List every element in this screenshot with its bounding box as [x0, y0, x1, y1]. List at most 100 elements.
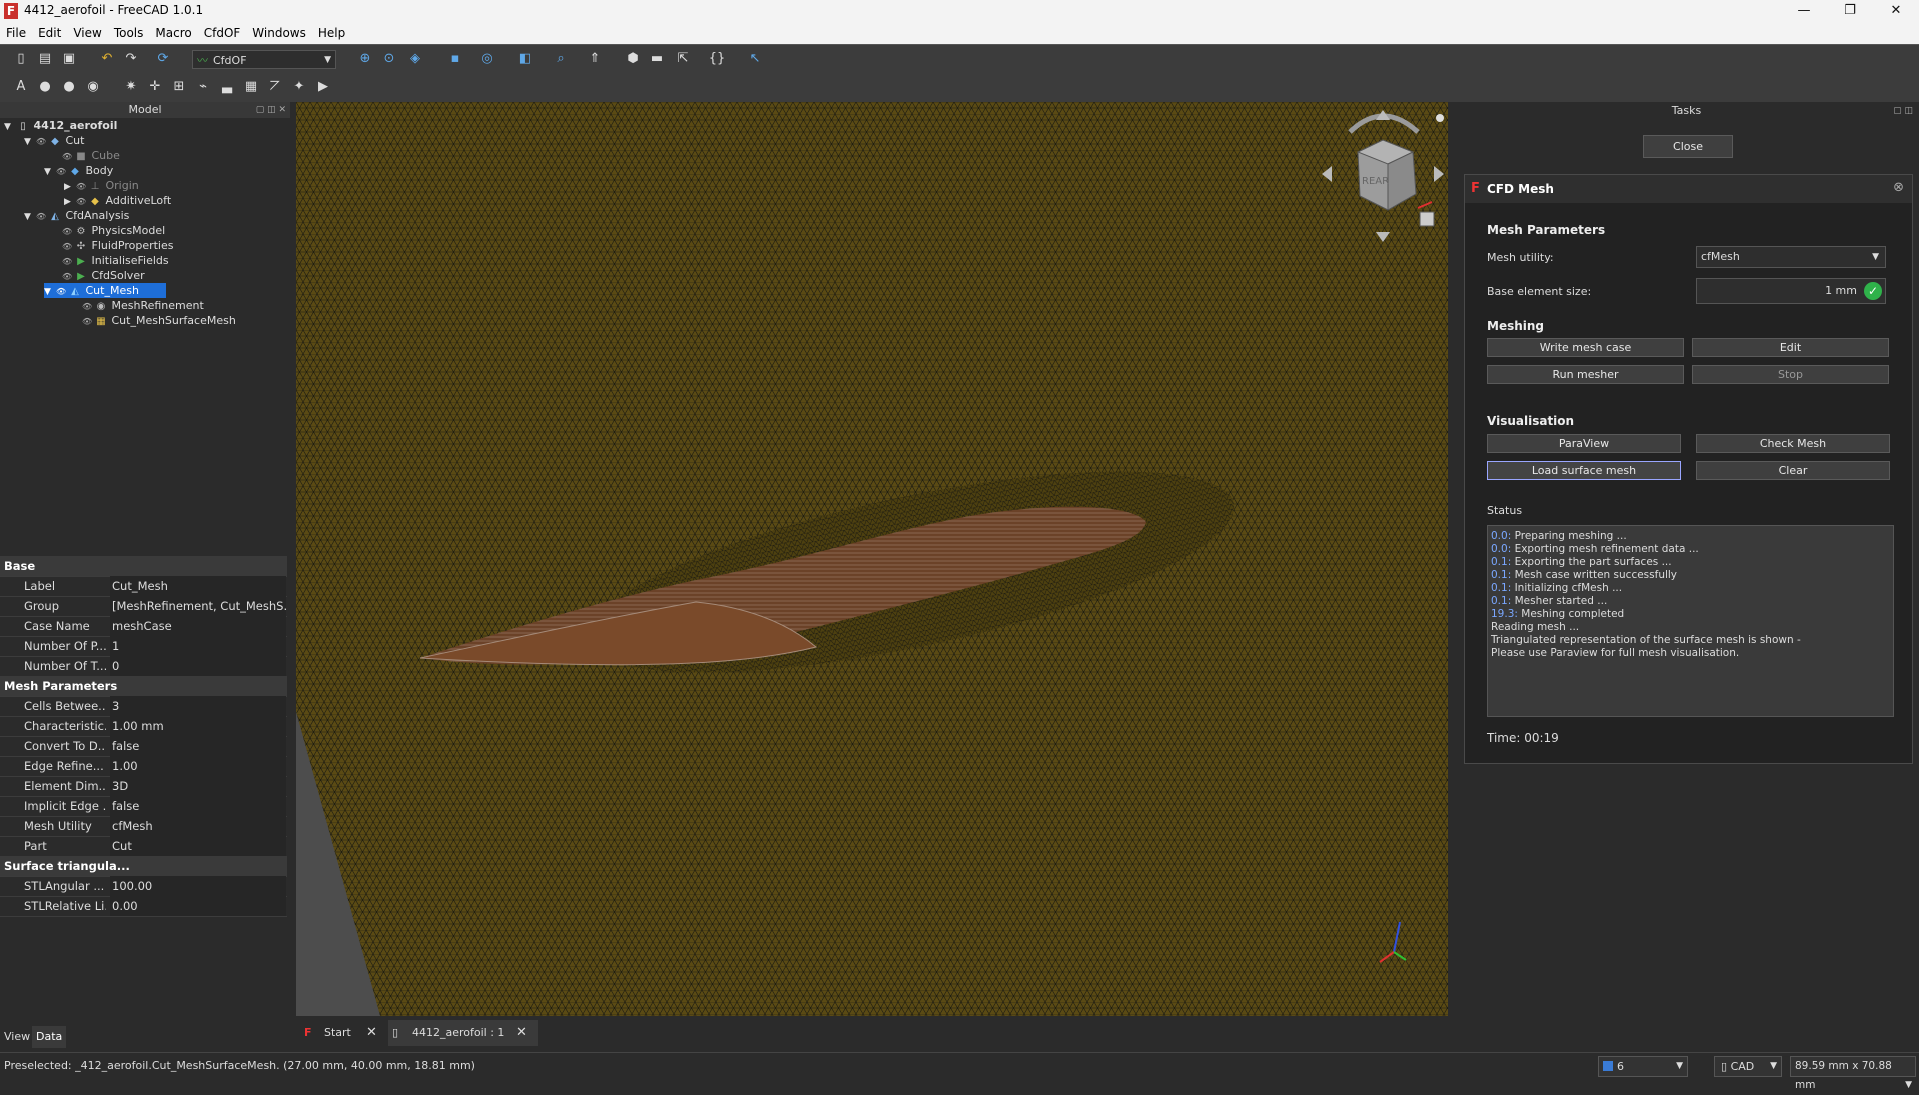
property-row[interactable]: Mesh Utility cfMesh	[0, 816, 287, 837]
visibility-eye-icon[interactable]: 👁	[56, 164, 68, 179]
tree-item-physicsmodel[interactable]: 👁 ⚙ PhysicsModel	[62, 223, 165, 238]
dimension-readout[interactable]: 89.59 mm x 70.88 mm ▼	[1790, 1056, 1916, 1091]
close-window-button[interactable]: ✕	[1873, 0, 1919, 22]
scalar-transport-icon[interactable]: ✦	[290, 78, 308, 96]
property-value[interactable]: 0.00	[110, 896, 286, 916]
tab-start[interactable]: F Start ✕	[300, 1020, 384, 1046]
cfd-analysis-icon[interactable]: A	[12, 78, 30, 96]
draw-style-icon[interactable]: ◈	[406, 50, 424, 68]
new-document-icon[interactable]: ▯	[12, 50, 30, 68]
bounding-box-icon[interactable]: ▪	[446, 50, 464, 68]
menu-help[interactable]: Help	[312, 22, 351, 44]
dynamic-refinement-icon[interactable]: ⌁	[194, 78, 212, 96]
boundary-layer-icon[interactable]: ▃	[218, 78, 236, 96]
solver-run-icon[interactable]: ▶	[314, 78, 332, 96]
tab-view[interactable]: View	[0, 1026, 34, 1048]
tree-item-meshrefinement[interactable]: 👁 ◉ MeshRefinement	[82, 298, 204, 313]
3d-viewport[interactable]	[296, 102, 1448, 1016]
workbench-selector[interactable]: 〰 CfdOF ▼	[192, 50, 336, 69]
menu-file[interactable]: File	[0, 22, 32, 44]
physics-model-icon[interactable]: ●	[36, 78, 54, 96]
property-row[interactable]: Label Cut_Mesh	[0, 576, 287, 597]
property-row[interactable]: Edge Refine... 1.00	[0, 756, 287, 777]
tree-item-cube[interactable]: 👁 ■ Cube	[62, 148, 120, 163]
visibility-eye-icon[interactable]: 👁	[62, 269, 74, 284]
property-value[interactable]: 3	[110, 696, 286, 716]
property-value[interactable]: 0	[110, 656, 286, 676]
reporting-functions-icon[interactable]: ⦢	[266, 78, 284, 96]
paraview-button[interactable]: ParaView	[1487, 434, 1681, 453]
open-document-icon[interactable]: ▤	[36, 50, 54, 68]
property-value[interactable]: meshCase	[110, 616, 286, 636]
close-tab-icon[interactable]: ✕	[516, 1020, 527, 1046]
macro-icon[interactable]: {}	[708, 50, 726, 68]
property-row[interactable]: STLRelative Li... 0.00	[0, 896, 287, 917]
tree-item-initialisefields[interactable]: 👁 ▶ InitialiseFields	[62, 253, 169, 268]
whats-this-icon[interactable]: ↖	[746, 50, 764, 68]
visibility-eye-icon[interactable]: 👁	[76, 179, 88, 194]
property-row[interactable]: Case Name meshCase	[0, 616, 287, 637]
property-row[interactable]: Number Of P... 1	[0, 636, 287, 657]
tree-item-cut[interactable]: ▼ 👁 ◆ Cut	[24, 133, 84, 148]
tree-item-cfdsolver[interactable]: 👁 ▶ CfdSolver	[62, 268, 145, 283]
visibility-eye-icon[interactable]: 👁	[36, 209, 48, 224]
property-group-mesh-parameters[interactable]: Mesh Parameters	[0, 676, 287, 697]
tree-item-document[interactable]: ▼ ▯ 4412_aerofoil	[4, 118, 117, 133]
refresh-icon[interactable]: ⟳	[154, 50, 172, 68]
load-surface-mesh-button[interactable]: Load surface mesh	[1487, 461, 1681, 480]
fit-all-icon[interactable]: ⊕	[356, 50, 374, 68]
property-value[interactable]: 1.00	[110, 756, 286, 776]
visibility-eye-icon[interactable]: 👁	[76, 194, 88, 209]
menu-tools[interactable]: Tools	[108, 22, 150, 44]
property-row[interactable]: Group [MeshRefinement, Cut_MeshS...	[0, 596, 287, 617]
standard-views-icon[interactable]: ◧	[516, 50, 534, 68]
undo-icon[interactable]: ↶	[98, 50, 116, 68]
property-row[interactable]: STLAngular ... 100.00	[0, 876, 287, 897]
redo-icon[interactable]: ↷	[122, 50, 140, 68]
visibility-eye-icon[interactable]: 👁	[62, 254, 74, 269]
visibility-eye-icon[interactable]: 👁	[62, 149, 74, 164]
maximize-button[interactable]: ❐	[1827, 0, 1873, 22]
menu-view[interactable]: View	[67, 22, 107, 44]
mesh-from-shape-icon[interactable]: ✛	[146, 78, 164, 96]
status-log[interactable]: 0.0: Preparing meshing ... 0.0: Exportin…	[1487, 525, 1894, 717]
save-icon[interactable]: ▣	[60, 50, 78, 68]
group-folder-icon[interactable]: ▬	[648, 50, 666, 68]
part-icon[interactable]: ⬢	[624, 50, 642, 68]
panel-float-close-icons[interactable]: ▢ ◫ ✕	[256, 102, 286, 118]
collapse-icon[interactable]: ⊗	[1893, 180, 1904, 195]
property-value[interactable]: 1	[110, 636, 286, 656]
visibility-eye-icon[interactable]: 👁	[56, 284, 68, 299]
property-value[interactable]: Cut	[110, 836, 286, 856]
tree-item-additiveloft[interactable]: ▶ 👁 ◆ AdditiveLoft	[64, 193, 171, 208]
selection-counter[interactable]: 6 ▼	[1598, 1056, 1688, 1077]
visibility-eye-icon[interactable]: 👁	[82, 314, 94, 329]
check-mesh-button[interactable]: Check Mesh	[1696, 434, 1890, 453]
initialise-icon[interactable]: ✷	[122, 78, 140, 96]
mesh-utility-select[interactable]: cfMesh ▼	[1696, 246, 1886, 268]
visibility-eye-icon[interactable]: 👁	[82, 299, 94, 314]
measure-icon[interactable]: ⌕	[552, 50, 570, 68]
menu-edit[interactable]: Edit	[32, 22, 67, 44]
property-value[interactable]: Cut_Mesh	[110, 576, 286, 596]
minimize-button[interactable]: —	[1781, 0, 1827, 22]
visibility-eye-icon[interactable]: 👁	[62, 224, 74, 239]
expand-arrow-icon[interactable]: ▼	[24, 135, 36, 150]
fit-selection-icon[interactable]: ⊙	[380, 50, 398, 68]
property-row[interactable]: Element Dim... 3D	[0, 776, 287, 797]
tree-item-cut-mesh[interactable]: ▼ 👁 ◭ Cut_Mesh	[44, 283, 166, 298]
tab-document[interactable]: ▯ 4412_aerofoil : 1 ✕	[388, 1020, 538, 1046]
write-mesh-case-button[interactable]: Write mesh case	[1487, 338, 1684, 357]
close-button[interactable]: Close	[1643, 135, 1733, 158]
property-value[interactable]: false	[110, 796, 286, 816]
menu-macro[interactable]: Macro	[149, 22, 197, 44]
property-row[interactable]: Number Of T... 0	[0, 656, 287, 677]
property-row[interactable]: Characteristic... 1.00 mm	[0, 716, 287, 737]
stop-button[interactable]: Stop	[1692, 365, 1889, 384]
porous-zone-icon[interactable]: ▦	[242, 78, 260, 96]
base-element-size-input[interactable]: 1 mm ✓	[1696, 278, 1886, 304]
navigation-style-selector[interactable]: ▯ CAD ▼	[1714, 1056, 1782, 1077]
expand-arrow-icon[interactable]: ▼	[4, 120, 16, 135]
property-row[interactable]: Implicit Edge ... false	[0, 796, 287, 817]
property-value[interactable]: [MeshRefinement, Cut_MeshS...	[110, 596, 286, 616]
